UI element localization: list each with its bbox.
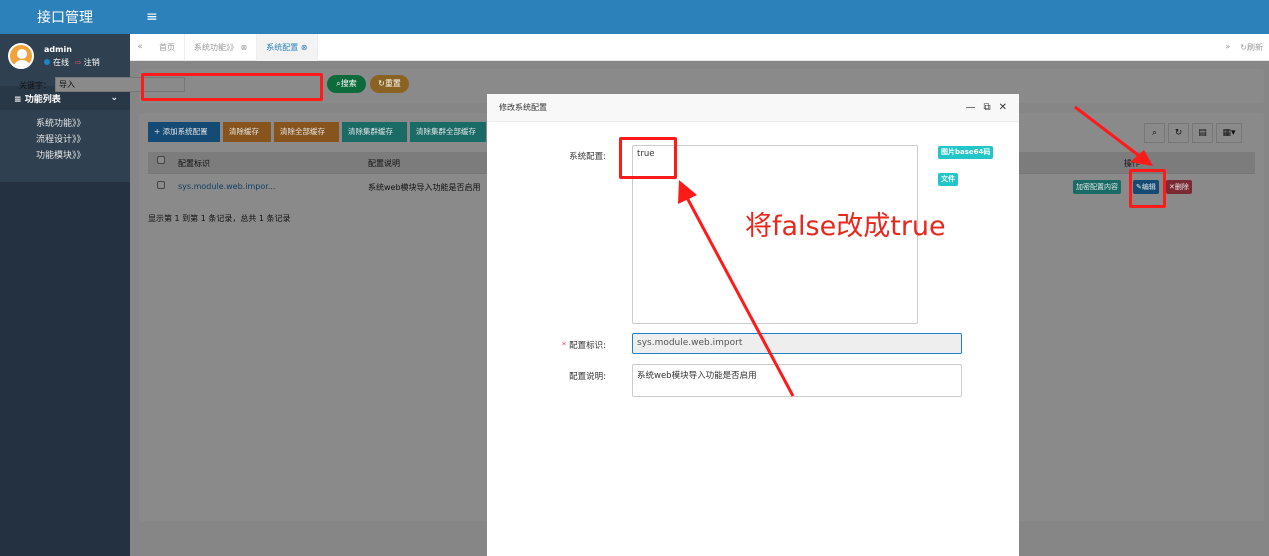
reset-button[interactable]: ↻重置 bbox=[370, 75, 409, 93]
toggle-view-icon[interactable]: ▤ bbox=[1192, 123, 1213, 143]
delete-button[interactable]: ✕删除 bbox=[1166, 180, 1192, 194]
config-value-label: 系统配置: bbox=[569, 152, 606, 162]
online-status: 在线 bbox=[44, 57, 69, 68]
keyword-label: 关键字： bbox=[19, 81, 51, 90]
tab-system[interactable]: 系统功能》》 ⊗ bbox=[185, 33, 258, 61]
app-title: 接口管理 bbox=[0, 0, 130, 34]
tab-prev-icon[interactable]: « bbox=[130, 42, 150, 52]
list-icon: ≡ bbox=[14, 94, 25, 105]
plus-icon: + bbox=[154, 127, 163, 136]
user-name: admin bbox=[44, 44, 72, 54]
avatar[interactable] bbox=[8, 43, 34, 69]
row-key-link[interactable]: sys.module.web.impor... bbox=[178, 182, 275, 191]
tab-bar: « 首页 系统功能》》 ⊗ 系统配置 ⊗ » ↻刷新 bbox=[130, 33, 1269, 61]
config-key-label: * 配置标识: bbox=[561, 341, 606, 351]
tab-next-icon[interactable]: » bbox=[1225, 42, 1230, 53]
user-panel: admin 在线 ⇨ 注销 bbox=[0, 34, 130, 78]
annotation-box-search bbox=[141, 73, 323, 101]
annotation-box-value bbox=[619, 137, 677, 179]
sidebar-overlay bbox=[0, 182, 130, 556]
minimize-icon[interactable]: — bbox=[965, 102, 975, 113]
tab-system-config[interactable]: 系统配置 ⊗ bbox=[257, 33, 318, 61]
top-bar: ≡ bbox=[130, 0, 1269, 34]
clear-cluster-all-cache-button[interactable]: 清除集群全部缓存 bbox=[410, 122, 486, 142]
required-marker: * bbox=[561, 341, 567, 351]
sidebar-item-workflow[interactable]: 流程设计》》 bbox=[0, 132, 130, 148]
sidebar-item-modules[interactable]: 功能模块》》 bbox=[0, 148, 130, 164]
row-checkbox[interactable] bbox=[157, 181, 165, 189]
config-desc-label: 配置说明: bbox=[569, 372, 606, 382]
reset-icon: ↻ bbox=[378, 79, 385, 88]
config-desc-textarea[interactable]: 系统web模块导入功能是否启用 bbox=[632, 364, 962, 397]
row-desc: 系统web模块导入功能是否启用 bbox=[368, 183, 481, 192]
online-dot-icon bbox=[44, 58, 50, 65]
refresh-button[interactable]: ↻刷新 bbox=[1240, 42, 1263, 53]
file-button[interactable]: 文件 bbox=[938, 173, 958, 186]
maximize-icon[interactable]: ⧉ bbox=[983, 102, 990, 113]
add-config-button[interactable]: + 添加系统配置 bbox=[148, 122, 220, 142]
modal-title: 修改系统配置 bbox=[499, 103, 547, 112]
column-header-key[interactable]: 配置标识 bbox=[178, 158, 210, 169]
logout-icon: ⇨ bbox=[75, 57, 82, 67]
clear-all-cache-button[interactable]: 清除全部缓存 bbox=[274, 122, 339, 142]
pagination-info: 显示第 1 到第 1 条记录，总共 1 条记录 bbox=[148, 214, 291, 223]
search-toggle-icon[interactable]: ⌕ bbox=[1144, 123, 1165, 143]
image-base64-button[interactable]: 图片base64码 bbox=[938, 146, 994, 159]
clear-cluster-cache-button[interactable]: 清除集群缓存 bbox=[342, 122, 407, 142]
tab-home[interactable]: 首页 bbox=[150, 33, 185, 61]
search-button[interactable]: ⌕搜索 bbox=[327, 75, 366, 93]
menu-toggle-icon[interactable]: ≡ bbox=[146, 9, 158, 25]
column-header-actions: 操作 bbox=[1124, 159, 1140, 168]
sidebar-item-system[interactable]: 系统功能》》 bbox=[0, 116, 130, 132]
logout-link[interactable]: ⇨ 注销 bbox=[75, 57, 100, 68]
close-icon[interactable]: ✕ bbox=[999, 102, 1007, 113]
clear-cache-button[interactable]: 清除缓存 bbox=[223, 122, 271, 142]
refresh-table-icon[interactable]: ↻ bbox=[1168, 123, 1189, 143]
column-header-desc[interactable]: 配置说明 bbox=[368, 158, 400, 169]
chevron-down-icon: ⌄ bbox=[110, 93, 118, 103]
encrypt-config-button[interactable]: 加密配置内容 bbox=[1073, 180, 1121, 194]
select-all-checkbox[interactable] bbox=[157, 156, 165, 164]
config-key-input[interactable]: sys.module.web.import bbox=[632, 333, 962, 354]
refresh-icon: ↻ bbox=[1240, 42, 1247, 52]
annotation-text: 将false改成true bbox=[745, 211, 946, 242]
columns-menu-icon[interactable]: ▦▾ bbox=[1216, 123, 1242, 143]
annotation-box-edit bbox=[1129, 169, 1166, 208]
